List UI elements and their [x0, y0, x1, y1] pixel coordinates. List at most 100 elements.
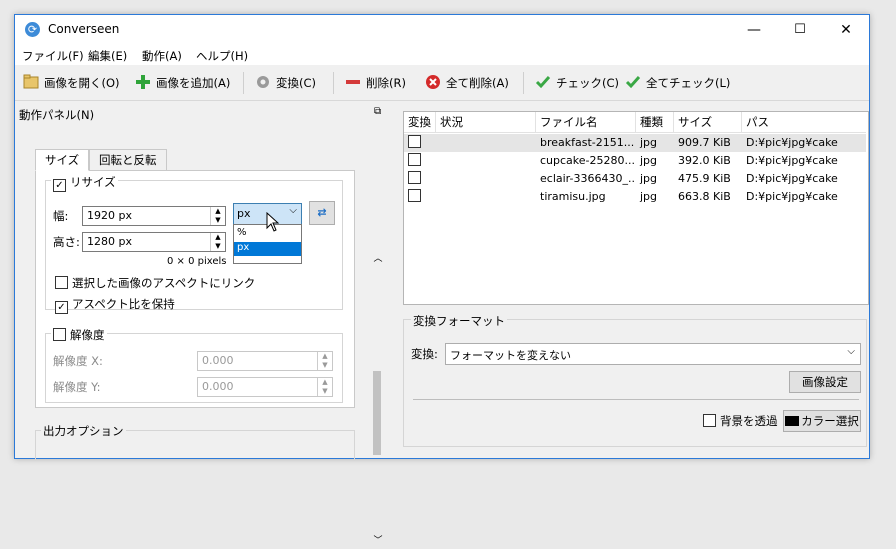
row-checkbox[interactable]: [408, 153, 421, 166]
tab-size[interactable]: サイズ: [35, 149, 90, 171]
keep-aspect-checkbox[interactable]: ✓ アスペクト比を保持: [55, 296, 175, 314]
pixels-info: 0 × 0 pixels: [167, 256, 227, 267]
resolution-checkbox[interactable]: 解像度: [51, 327, 107, 343]
resize-checkbox[interactable]: ✓ リサイズ: [51, 174, 118, 192]
image-settings-button[interactable]: 画像設定: [789, 371, 861, 393]
resolution-check-box: [53, 328, 66, 341]
toolbar-separator: [243, 72, 244, 94]
delete-all-button[interactable]: 全て削除(A): [425, 72, 509, 94]
panel-scrollbar[interactable]: ︿ ﹀: [371, 253, 385, 549]
convert-button[interactable]: 変換(C): [255, 72, 316, 94]
add-images-button[interactable]: 画像を追加(A): [135, 72, 230, 94]
tab-rotate-flip[interactable]: 回転と反転: [89, 149, 167, 171]
resolution-x-arrows[interactable]: ▲ ▼: [317, 352, 332, 370]
action-panel-title: 動作パネル(N): [19, 108, 95, 122]
resolution-y-label: 解像度 Y:: [53, 380, 101, 394]
header-divider: [404, 132, 866, 133]
convert-label: 変換(C): [276, 76, 317, 90]
transparent-bg-label: 背景を透過: [720, 414, 778, 428]
menu-edit[interactable]: 編集(E): [88, 48, 127, 64]
column-header-path[interactable]: パス: [742, 112, 866, 132]
format-divider: [413, 399, 859, 400]
row-checkbox[interactable]: [408, 135, 421, 148]
table-row[interactable]: tiramisu.jpg jpg 663.8 KiB D:¥pic¥jpg¥ca…: [404, 188, 866, 206]
float-panel-icon[interactable]: ⧉: [374, 107, 385, 117]
delete-all-label: 全て削除(A): [446, 76, 509, 90]
resolution-y-stepper[interactable]: 0.000 ▲ ▼: [197, 377, 333, 397]
menu-help[interactable]: ヘルプ(H): [196, 48, 248, 64]
resize-check-mark: ✓: [53, 179, 66, 192]
check-button[interactable]: チェック(C): [535, 72, 619, 94]
format-select[interactable]: フォーマットを変えない ⌵: [445, 343, 861, 365]
row-path: D:¥pic¥jpg¥cake: [746, 190, 838, 203]
table-row[interactable]: breakfast-2151... jpg 909.7 KiB D:¥pic¥j…: [404, 134, 866, 152]
row-size: 663.8 KiB: [678, 190, 731, 203]
plus-icon: [135, 74, 151, 90]
format-group-label: 変換フォーマット: [411, 313, 507, 329]
color-select-label: カラー選択: [801, 414, 859, 428]
table-row[interactable]: cupcake-25280... jpg 392.0 KiB D:¥pic¥jp…: [404, 152, 866, 170]
row-path: D:¥pic¥jpg¥cake: [746, 172, 838, 185]
color-swatch: [785, 416, 800, 426]
row-path: D:¥pic¥jpg¥cake: [746, 154, 838, 167]
action-panel: サイズ 回転と反転 ✓ リサイズ 幅: 1920 px ▲ ▼ 高さ: 1280 p…: [19, 123, 383, 546]
row-filename: tiramisu.jpg: [540, 190, 606, 203]
resolution-x-value: 0.000: [202, 354, 234, 367]
column-header-convert[interactable]: 変換: [404, 112, 436, 132]
link-aspect-check-box: [55, 276, 68, 289]
row-filename: breakfast-2151...: [540, 136, 635, 149]
toolbar-separator: [333, 72, 334, 94]
row-type: jpg: [640, 172, 658, 185]
scrollbar-thumb[interactable]: [373, 371, 381, 455]
delete-label: 削除(R): [366, 76, 406, 90]
output-options-label[interactable]: 出力オプション: [41, 423, 126, 439]
toolbar: 画像を開く(O) 画像を追加(A) 変換(C) 削除(R) 全て削除(A) チェ…: [15, 66, 869, 101]
row-type: jpg: [640, 190, 658, 203]
scroll-up-icon[interactable]: ︿: [371, 251, 385, 264]
color-select-button[interactable]: カラー選択: [783, 410, 861, 432]
width-stepper-arrows[interactable]: ▲ ▼: [210, 207, 225, 225]
menu-action[interactable]: 動作(A): [142, 48, 182, 64]
resolution-y-value: 0.000: [202, 380, 234, 393]
row-checkbox[interactable]: [408, 189, 421, 202]
window-title: Converseen: [48, 22, 120, 36]
row-size: 475.9 KiB: [678, 172, 731, 185]
row-filename: eclair-3366430_...: [540, 172, 636, 185]
mouse-cursor-icon: [266, 212, 280, 232]
height-stepper[interactable]: 1280 px ▲ ▼: [82, 232, 226, 252]
scroll-down-icon[interactable]: ﹀: [371, 533, 385, 546]
menu-bar: ファイル(F) 編集(E) 動作(A) ヘルプ(H): [15, 45, 869, 65]
resolution-x-label: 解像度 X:: [53, 354, 103, 368]
menu-file[interactable]: ファイル(F): [22, 48, 84, 64]
maximize-button[interactable]: ☐: [777, 15, 823, 45]
check-all-button[interactable]: 全てチェック(L): [625, 72, 730, 94]
width-stepper[interactable]: 1920 px ▲ ▼: [82, 206, 226, 226]
link-aspect-label: 選択した画像のアスペクトにリンク: [72, 276, 256, 290]
height-stepper-arrows[interactable]: ▲ ▼: [210, 233, 225, 251]
table-row[interactable]: eclair-3366430_... jpg 475.9 KiB D:¥pic¥…: [404, 170, 866, 188]
link-aspect-checkbox[interactable]: 選択した画像のアスペクトにリンク: [55, 275, 255, 291]
column-header-size[interactable]: サイズ: [674, 112, 742, 132]
resize-label: リサイズ: [70, 175, 116, 189]
resolution-x-stepper[interactable]: 0.000 ▲ ▼: [197, 351, 333, 371]
column-header-type[interactable]: 種類: [636, 112, 674, 132]
add-images-label: 画像を追加(A): [156, 76, 231, 90]
minimize-button[interactable]: —: [731, 15, 777, 45]
column-header-filename[interactable]: ファイル名: [536, 112, 636, 132]
unit-option-px[interactable]: px: [234, 242, 301, 256]
conversion-format-group: 変換フォーマット 変換: フォーマットを変えない ⌵ 画像設定 背景を透過 カラ…: [403, 313, 869, 453]
row-size: 392.0 KiB: [678, 154, 731, 167]
transparent-bg-checkbox[interactable]: 背景を透過: [703, 413, 778, 429]
refresh-button[interactable]: ⇄: [309, 201, 335, 225]
folder-open-icon: [23, 74, 39, 90]
row-type: jpg: [640, 136, 658, 149]
toolbar-separator: [523, 72, 524, 94]
open-images-button[interactable]: 画像を開く(O): [23, 72, 120, 94]
delete-button[interactable]: 削除(R): [345, 72, 406, 94]
height-value: 1280 px: [87, 235, 132, 248]
column-header-status[interactable]: 状況: [436, 112, 536, 132]
close-button[interactable]: ✕: [823, 15, 869, 45]
chevron-down-icon: ⌵: [847, 346, 855, 357]
resolution-y-arrows[interactable]: ▲ ▼: [317, 378, 332, 396]
row-checkbox[interactable]: [408, 171, 421, 184]
